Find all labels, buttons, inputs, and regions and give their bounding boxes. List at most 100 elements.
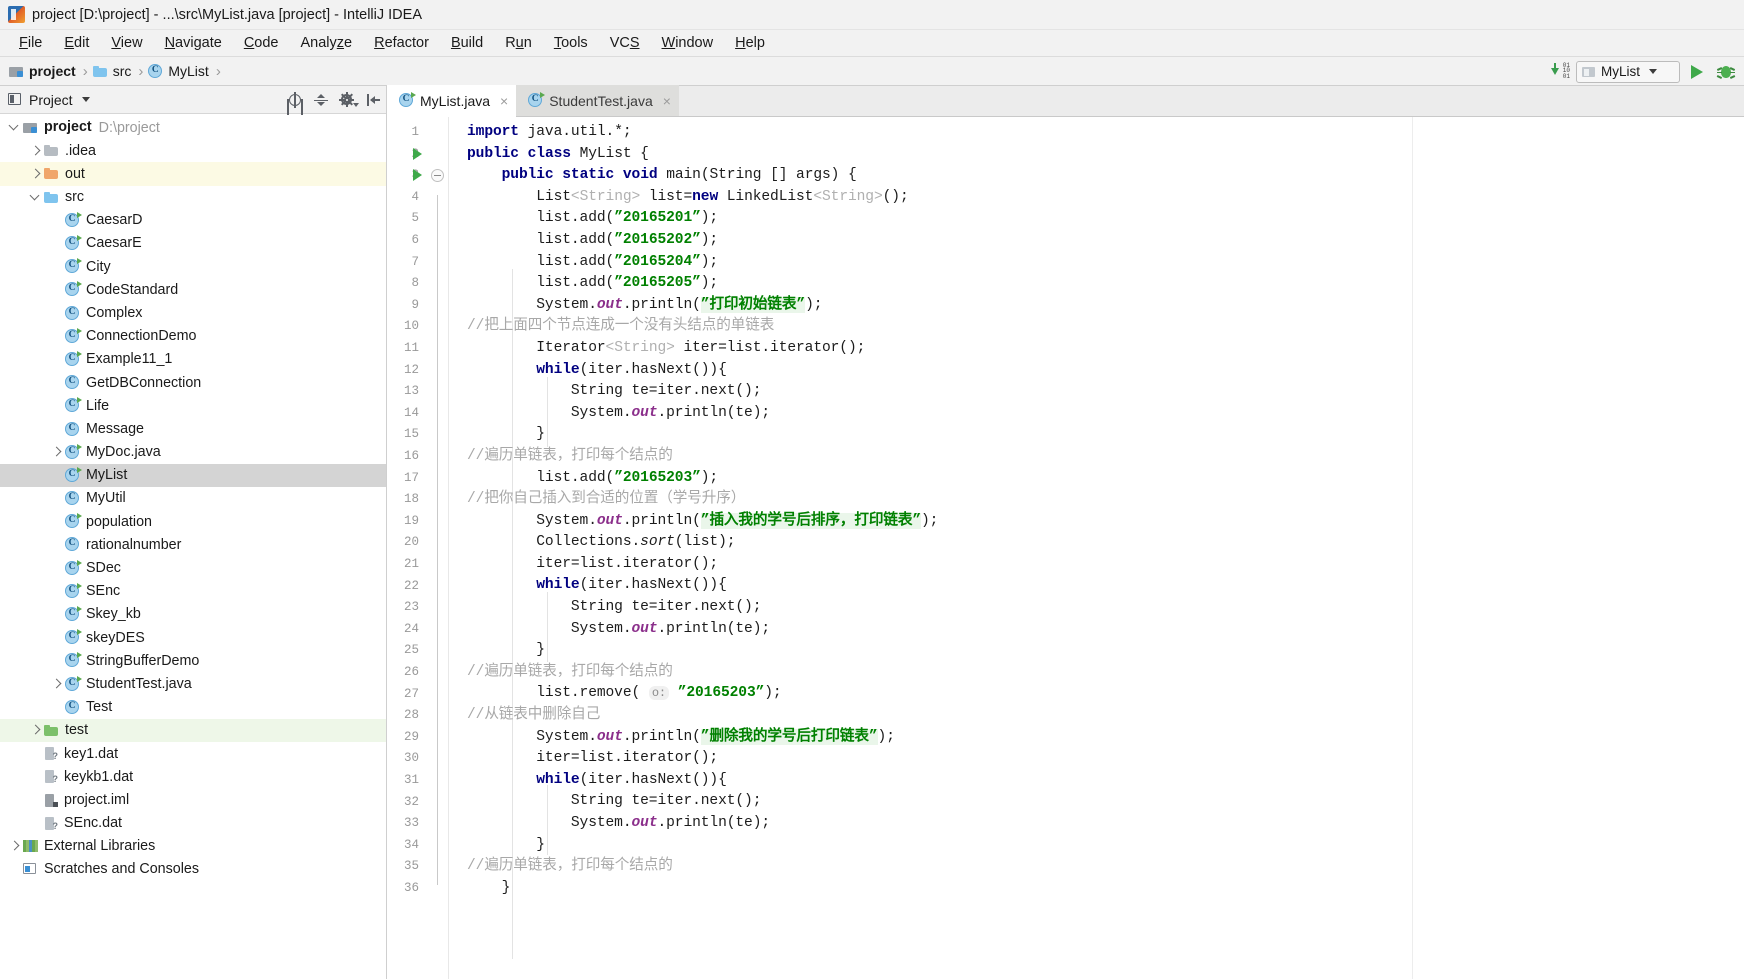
code-editor[interactable]: 1 2 3 4 5 6 7 8 9 10 11 12 13 14 15 16 17 18 19 20 21 22 23 24 2… (387, 117, 1744, 979)
project-tree[interactable]: project D:\project .idea out src C CaesarD C Cae… (0, 114, 387, 979)
source-code[interactable]: import java.util.*; public class MyList {… (449, 117, 1744, 979)
code-line[interactable]: //把你自己插入到合适的位置（学号升序） (449, 489, 1744, 511)
code-line[interactable]: Collections.sort(list); (449, 532, 1744, 554)
tree-item-senc[interactable]: C SEnc (0, 580, 387, 603)
locate-icon[interactable] (287, 92, 303, 108)
code-line[interactable]: //遍历单链表，打印每个结点的 (449, 446, 1744, 468)
editor-gutter[interactable]: 1 2 3 4 5 6 7 8 9 10 11 12 13 14 15 16 17 18 19 20 21 22 23 24 2… (387, 117, 449, 979)
tree-item-out[interactable]: out (0, 162, 387, 186)
chevron-right-icon[interactable] (27, 162, 44, 185)
menu-item-build[interactable]: Build (440, 33, 494, 53)
tree-item-mylist[interactable]: C MyList (0, 463, 387, 487)
tree-item-caesare[interactable]: C CaesarE (0, 232, 387, 255)
gutter-run-icon[interactable] (413, 147, 429, 164)
menu-item-refactor[interactable]: Refactor (363, 33, 440, 53)
code-line[interactable]: while(iter.hasNext()){ (449, 770, 1744, 792)
tree-item-population[interactable]: Cpopulation (0, 510, 387, 533)
menu-item-help[interactable]: Help (724, 33, 776, 53)
editor-tab-mylist-java[interactable]: C MyList.java × (387, 85, 517, 117)
code-line[interactable]: System.out.println(te); (449, 619, 1744, 641)
code-line[interactable]: //遍历单链表，打印每个结点的 (449, 856, 1744, 878)
code-line[interactable]: Iterator<String> iter=list.iterator(); (449, 338, 1744, 360)
code-line[interactable]: list.remove( o: ”20165203”); (449, 683, 1744, 705)
tree-item-src[interactable]: src (0, 186, 387, 209)
menu-item-edit[interactable]: Edit (53, 33, 100, 53)
tree-item-caesard[interactable]: C CaesarD (0, 209, 387, 232)
close-icon[interactable]: × (663, 93, 671, 109)
chevron-right-icon[interactable] (27, 719, 44, 742)
menu-item-code[interactable]: Code (233, 33, 290, 53)
code-line[interactable]: System.out.println(te); (449, 813, 1744, 835)
code-line[interactable]: while(iter.hasNext()){ (449, 360, 1744, 382)
breadcrumb-item-mylist[interactable]: C MyList (148, 63, 209, 79)
tree-item-codestandard[interactable]: C CodeStandard (0, 278, 387, 301)
tree-item-project.iml[interactable]: project.iml (0, 788, 387, 811)
download-updates-icon[interactable]: 01 10 01 (1550, 62, 1570, 81)
code-line[interactable]: } (449, 835, 1744, 857)
tree-item-test[interactable]: test (0, 718, 387, 743)
tree-item-key1.dat[interactable]: key1.dat (0, 742, 387, 765)
tree-item-connectiondemo[interactable]: C ConnectionDemo (0, 325, 387, 348)
tree-item-myutil[interactable]: C MyUtil (0, 487, 387, 510)
run-configuration-selector[interactable]: MyList (1576, 60, 1680, 83)
code-line[interactable]: list.add(”20165205”); (449, 273, 1744, 295)
chevron-right-icon[interactable] (48, 673, 65, 696)
code-line[interactable]: list.add(”20165204”); (449, 252, 1744, 274)
tree-item-senc.dat[interactable]: SEnc.dat (0, 812, 387, 835)
chevron-down-icon[interactable] (27, 186, 44, 209)
tree-item-rationalnumber[interactable]: Crationalnumber (0, 533, 387, 556)
code-line[interactable]: import java.util.*; (449, 122, 1744, 144)
tree-item-.idea[interactable]: .idea (0, 139, 387, 162)
tree-item-externallibraries[interactable]: External Libraries (0, 835, 387, 858)
tree-item-stringbufferdemo[interactable]: C StringBufferDemo (0, 649, 387, 672)
menu-item-analyze[interactable]: Analyze (290, 33, 364, 53)
code-line[interactable]: String te=iter.next(); (449, 381, 1744, 403)
chevron-right-icon[interactable] (27, 139, 44, 162)
menu-item-window[interactable]: Window (651, 33, 725, 53)
tree-item-city[interactable]: C City (0, 255, 387, 278)
hide-panel-icon[interactable] (365, 92, 381, 108)
code-line[interactable]: String te=iter.next(); (449, 597, 1744, 619)
code-line[interactable]: //从链表中删除自己 (449, 705, 1744, 727)
tree-item-sdec[interactable]: C SDec (0, 557, 387, 580)
menu-item-run[interactable]: Run (494, 33, 543, 53)
code-line[interactable]: while(iter.hasNext()){ (449, 575, 1744, 597)
menu-item-navigate[interactable]: Navigate (154, 33, 233, 53)
tree-item-scratchesandconsoles[interactable]: Scratches and Consoles (0, 858, 387, 881)
chevron-down-icon[interactable] (81, 97, 90, 102)
tree-item-example11_1[interactable]: C Example11_1 (0, 348, 387, 371)
code-line[interactable]: } (449, 878, 1744, 900)
breadcrumb-item-src[interactable]: src (92, 63, 131, 79)
code-line[interactable]: System.out.println(te); (449, 403, 1744, 425)
code-line[interactable]: list.add(”20165201”); (449, 208, 1744, 230)
chevron-right-icon[interactable] (6, 835, 23, 858)
menu-item-vcs[interactable]: VCS (599, 33, 651, 53)
code-line[interactable]: System.out.println(”删除我的学号后打印链表”); (449, 727, 1744, 749)
menu-item-tools[interactable]: Tools (543, 33, 599, 53)
editor-tab-studenttest-java[interactable]: C StudentTest.java × (516, 85, 679, 116)
code-line[interactable]: iter=list.iterator(); (449, 748, 1744, 770)
code-line[interactable]: } (449, 640, 1744, 662)
chevron-right-icon[interactable] (48, 441, 65, 464)
code-line[interactable]: List<String> list=new LinkedList<String>… (449, 187, 1744, 209)
gutter-run-icon[interactable] (413, 169, 429, 185)
debug-button[interactable] (1714, 61, 1738, 83)
menu-item-view[interactable]: View (100, 33, 153, 53)
breadcrumb-item-project[interactable]: project (9, 63, 76, 79)
tree-item-project[interactable]: project D:\project (0, 116, 387, 139)
code-line[interactable]: public class MyList { (449, 144, 1744, 166)
close-icon[interactable]: × (500, 93, 508, 109)
tree-item-studenttest.java[interactable]: C StudentTest.java (0, 673, 387, 696)
tree-item-skey_kb[interactable]: C Skey_kb (0, 603, 387, 626)
code-line[interactable]: public static void main(String [] args) … (449, 165, 1744, 187)
tree-item-test[interactable]: C Test (0, 696, 387, 719)
run-button[interactable] (1686, 61, 1708, 83)
tree-item-life[interactable]: C Life (0, 394, 387, 417)
collapse-all-icon[interactable] (313, 92, 329, 108)
settings-gear-icon[interactable] (339, 92, 359, 108)
tree-item-mydoc.java[interactable]: C MyDoc.java (0, 441, 387, 464)
tree-item-getdbconnection[interactable]: C GetDBConnection (0, 371, 387, 394)
code-line[interactable]: //遍历单链表，打印每个结点的 (449, 662, 1744, 684)
code-line[interactable]: System.out.println(”插入我的学号后排序，打印链表”); (449, 511, 1744, 533)
code-line[interactable]: iter=list.iterator(); (449, 554, 1744, 576)
